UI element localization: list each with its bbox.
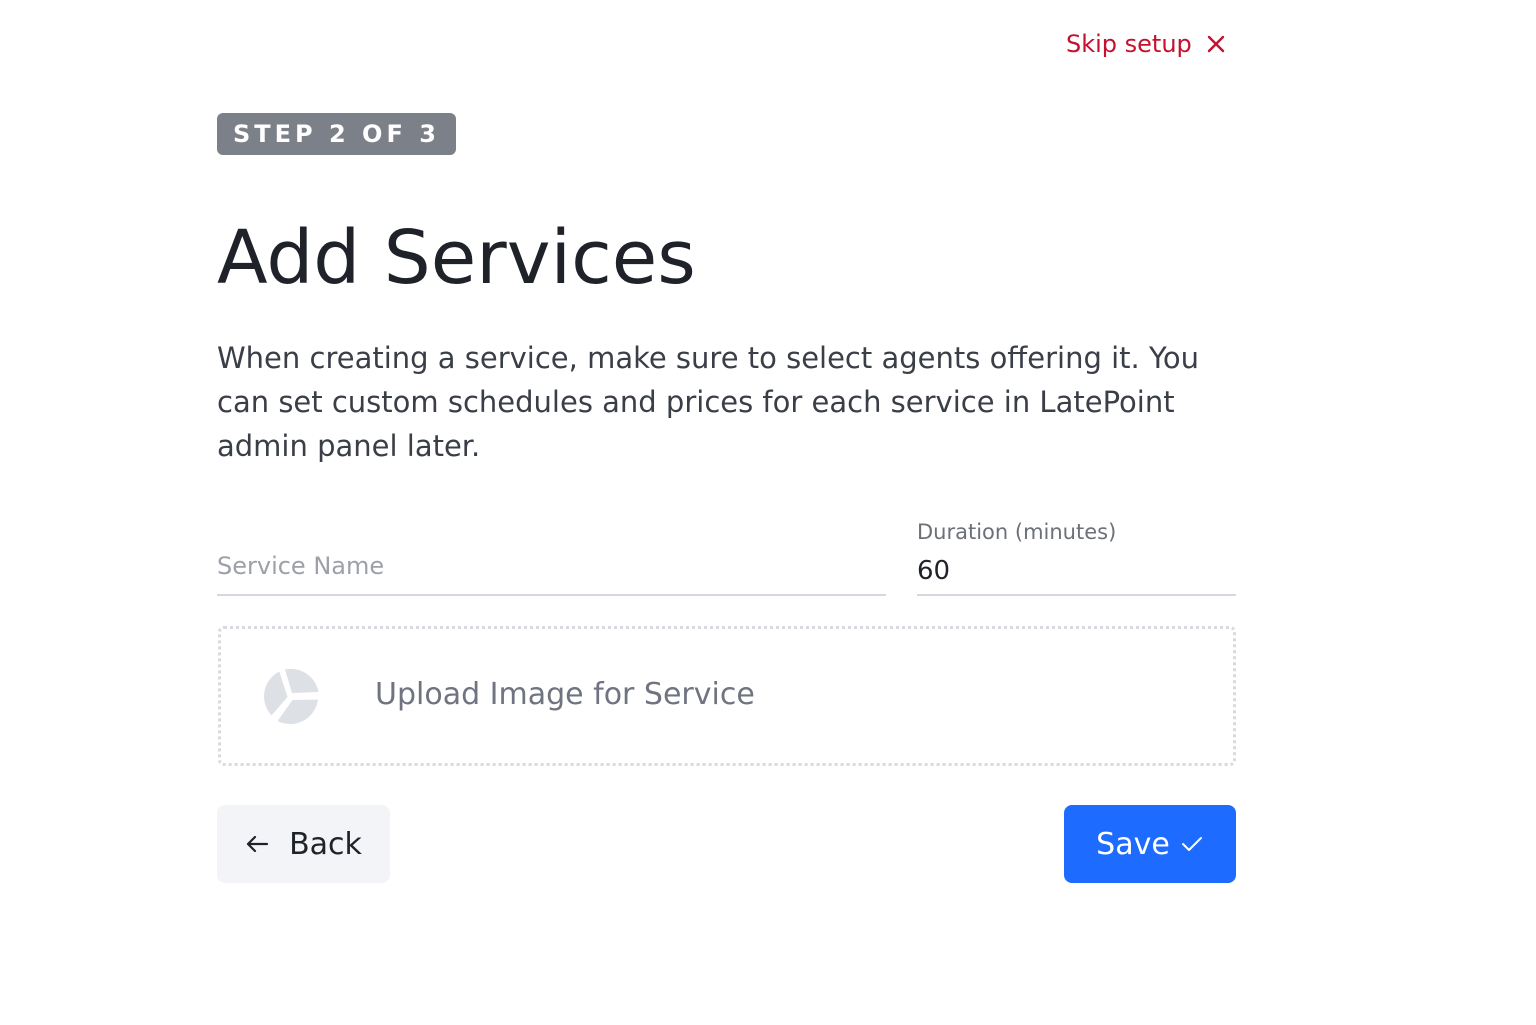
- service-name-input[interactable]: [217, 552, 886, 580]
- skip-setup-label: Skip setup: [1066, 30, 1192, 58]
- upload-image-dropzone[interactable]: Upload Image for Service: [218, 626, 1236, 766]
- skip-setup-link[interactable]: Skip setup: [1066, 30, 1226, 58]
- save-button-label: Save: [1096, 826, 1170, 862]
- service-name-field: [217, 520, 886, 596]
- duration-input[interactable]: [917, 556, 1236, 586]
- arrow-left-icon: [245, 834, 269, 854]
- back-button[interactable]: Back: [217, 805, 390, 883]
- duration-label: Duration (minutes): [917, 520, 1117, 544]
- back-button-label: Back: [289, 826, 362, 862]
- step-badge: STEP 2 OF 3: [217, 113, 456, 155]
- page-title: Add Services: [217, 215, 696, 301]
- checkmark-icon: [1180, 834, 1204, 854]
- close-icon[interactable]: [1206, 34, 1226, 54]
- page-description: When creating a service, make sure to se…: [217, 341, 1199, 463]
- image-placeholder-icon: [261, 666, 321, 726]
- save-button[interactable]: Save: [1064, 805, 1236, 883]
- duration-field: Duration (minutes): [917, 518, 1236, 596]
- upload-image-label: Upload Image for Service: [375, 677, 755, 712]
